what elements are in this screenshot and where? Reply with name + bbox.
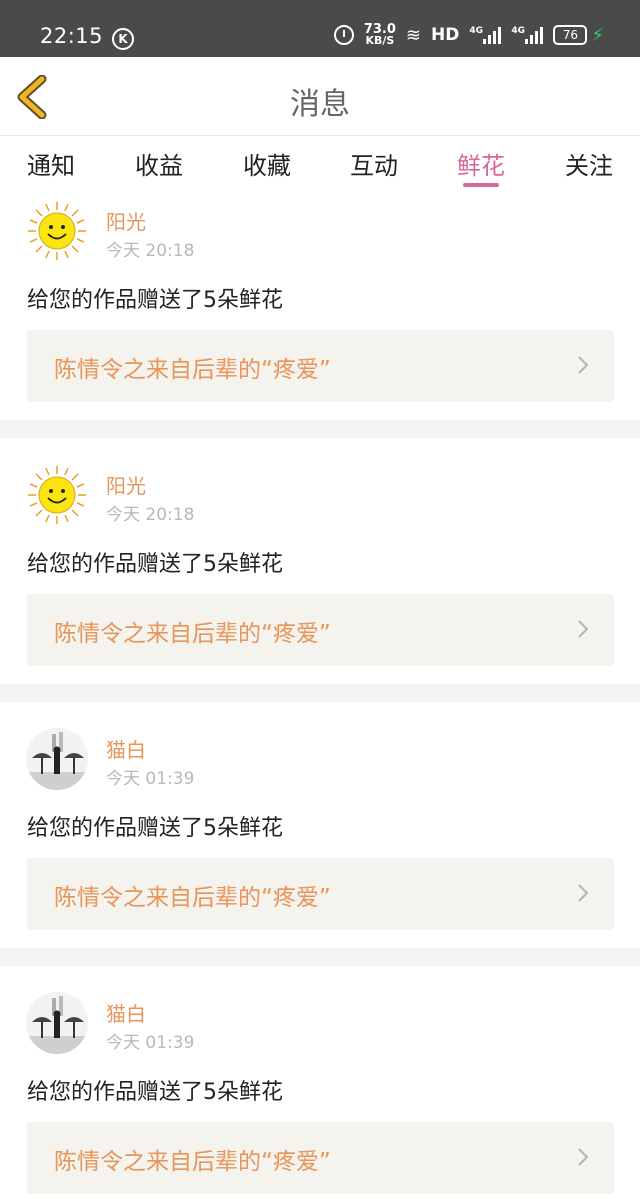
tab-earnings[interactable]: 收益 — [119, 146, 199, 181]
tab-follow[interactable]: 关注 — [549, 146, 629, 181]
work-link[interactable]: 陈情令之来自后辈的“疼爱” — [27, 1122, 614, 1194]
work-link[interactable]: 陈情令之来自后辈的“疼爱” — [27, 594, 614, 666]
alarm-icon — [333, 25, 354, 45]
message-time: 今天 20:18 — [106, 505, 195, 525]
message-card: 阳光 今天 20:18 给您的作品赠送了5朵鲜花 陈情令之来自后辈的“疼爱” — [0, 438, 640, 684]
tab-favorites[interactable]: 收藏 — [227, 146, 307, 181]
umbrella-avatar[interactable] — [26, 992, 88, 1054]
tab-interact[interactable]: 互动 — [334, 146, 414, 181]
user-name[interactable]: 阳光 — [106, 206, 146, 235]
status-time: 22:15 — [40, 24, 104, 48]
message-time: 今天 01:39 — [106, 1033, 195, 1053]
user-name[interactable]: 猫白 — [106, 998, 146, 1027]
sun-avatar[interactable] — [26, 464, 88, 526]
message-card: 阳光 今天 20:18 给您的作品赠送了5朵鲜花 陈情令之来自后辈的“疼爱” — [0, 194, 640, 420]
app-header: 消息 — [0, 57, 640, 136]
card-divider — [0, 420, 640, 438]
hd-icon: HD — [431, 25, 460, 45]
tab-notify[interactable]: 通知 — [11, 146, 91, 181]
signal-icon-2: 4G — [511, 26, 544, 44]
battery-icon: 76 — [553, 25, 588, 45]
chevron-right-icon — [578, 620, 589, 638]
sun-avatar[interactable] — [26, 200, 88, 262]
chevron-right-icon — [578, 884, 589, 902]
wifi-icon: ≋ — [405, 24, 422, 46]
charging-icon: ⚡ — [591, 24, 604, 46]
signal-icon: 4G — [469, 26, 502, 44]
user-name[interactable]: 阳光 — [106, 470, 146, 499]
chevron-right-icon — [578, 1148, 589, 1166]
page-title: 消息 — [290, 87, 350, 122]
umbrella-avatar[interactable] — [26, 728, 88, 790]
work-link[interactable]: 陈情令之来自后辈的“疼爱” — [27, 858, 614, 930]
work-title: 陈情令之来自后辈的“疼爱” — [54, 1149, 331, 1175]
work-title: 陈情令之来自后辈的“疼爱” — [54, 357, 331, 383]
work-link[interactable]: 陈情令之来自后辈的“疼爱” — [27, 330, 614, 402]
work-title: 陈情令之来自后辈的“疼爱” — [54, 621, 331, 647]
chevron-right-icon — [578, 356, 589, 374]
card-divider — [0, 684, 640, 702]
card-divider — [0, 948, 640, 966]
status-bar: 22:15 K 73.0 KB/S ≋ HD 4G 4G 76 ⚡ — [0, 0, 640, 57]
message-time: 今天 20:18 — [106, 241, 195, 261]
message-card: 猫白 今天 01:39 给您的作品赠送了5朵鲜花 陈情令之来自后辈的“疼爱” — [0, 966, 640, 1199]
message-card: 猫白 今天 01:39 给您的作品赠送了5朵鲜花 陈情令之来自后辈的“疼爱” — [0, 702, 640, 948]
message-text: 给您的作品赠送了5朵鲜花 — [27, 1080, 283, 1105]
k-app-icon: K — [112, 28, 134, 50]
message-time: 今天 01:39 — [106, 769, 195, 789]
user-name[interactable]: 猫白 — [106, 734, 146, 763]
tab-bar: 通知 收益 收藏 互动 鲜花 关注 — [0, 136, 640, 194]
tab-active-indicator — [463, 183, 499, 187]
message-text: 给您的作品赠送了5朵鲜花 — [27, 288, 283, 313]
message-text: 给您的作品赠送了5朵鲜花 — [27, 816, 283, 841]
work-title: 陈情令之来自后辈的“疼爱” — [54, 885, 331, 911]
network-speed: 73.0 KB/S — [363, 22, 396, 47]
message-text: 给您的作品赠送了5朵鲜花 — [27, 552, 283, 577]
tab-flowers[interactable]: 鲜花 — [441, 146, 521, 181]
